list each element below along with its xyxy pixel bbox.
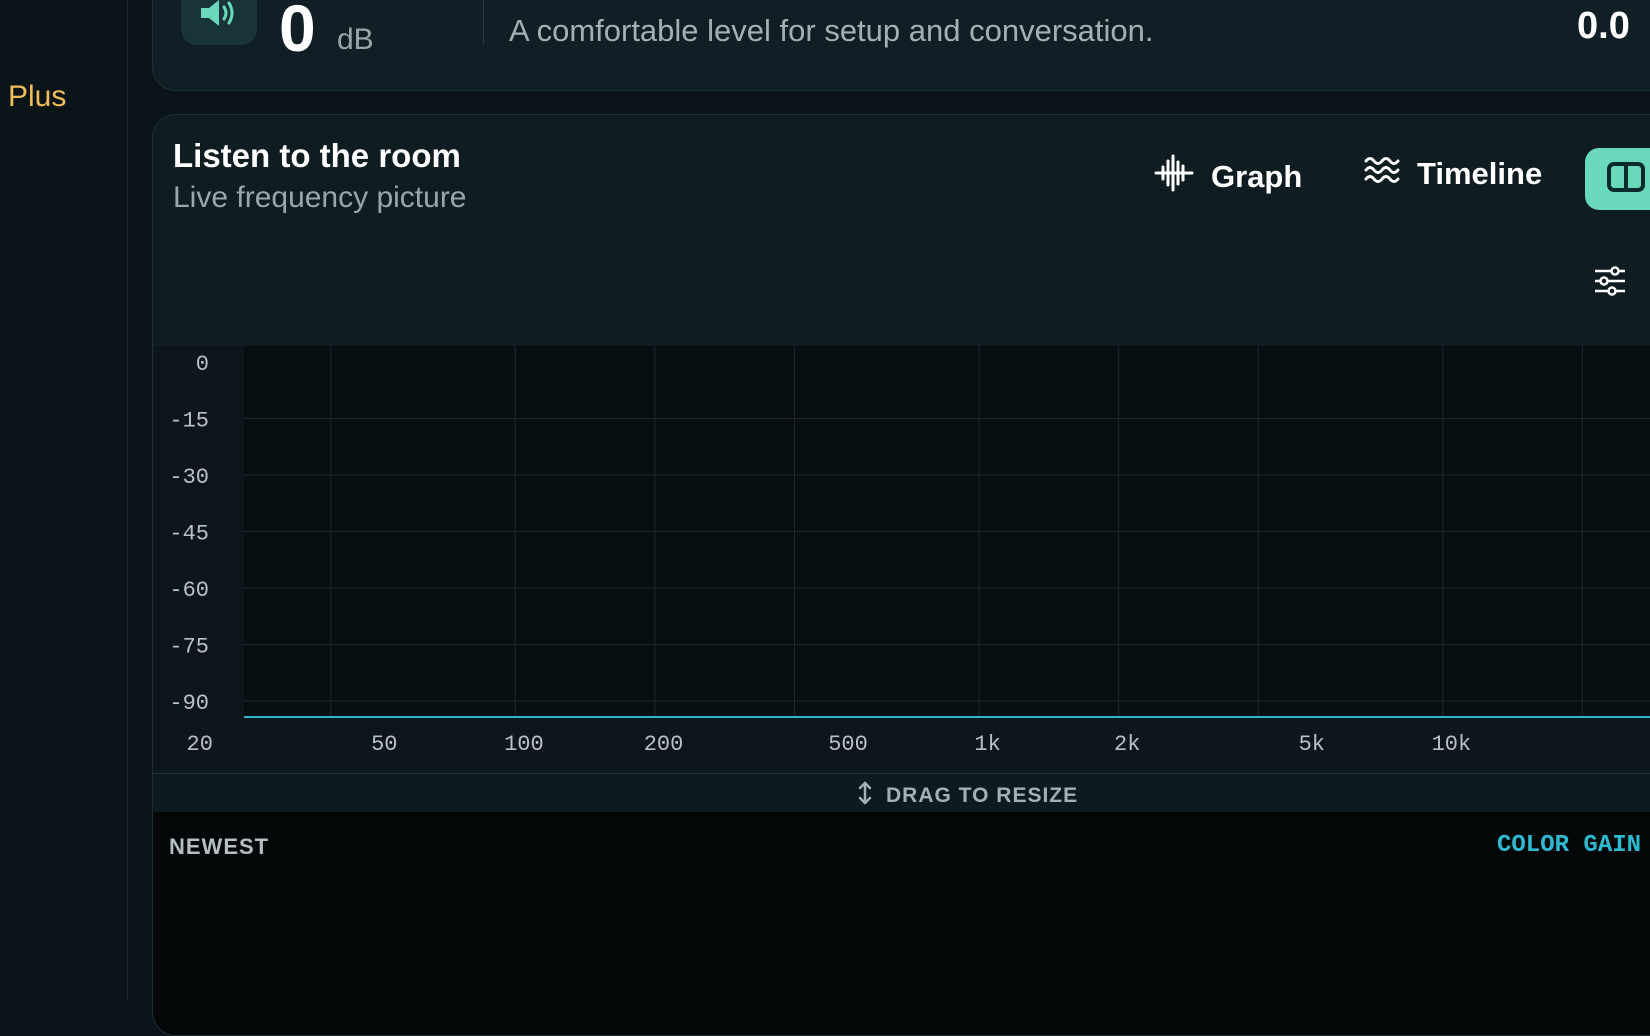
divider xyxy=(483,0,484,45)
split-view-icon xyxy=(1607,161,1645,197)
newest-label: NEWEST xyxy=(169,834,270,859)
x-tick-label: 1k xyxy=(974,732,1000,757)
speaker-icon[interactable] xyxy=(181,0,257,45)
y-tick-label: -30 xyxy=(169,465,209,490)
tab-timeline[interactable]: Timeline xyxy=(1363,153,1542,195)
level-card: 0 dB A comfortable level for setup and c… xyxy=(152,0,1650,91)
y-tick-label: 0 xyxy=(196,352,209,377)
x-tick-label: 10k xyxy=(1432,732,1472,757)
sidebar: Plus xyxy=(0,0,128,1000)
level-unit: dB xyxy=(337,23,374,56)
x-tick-label: 20 xyxy=(187,732,213,757)
settings-button[interactable] xyxy=(1593,265,1627,302)
resize-label: DRAG TO RESIZE xyxy=(886,783,1079,807)
x-tick-label: 100 xyxy=(504,732,544,757)
listen-card: Listen to the room Live frequency pictur… xyxy=(152,114,1650,1036)
y-tick-label: -75 xyxy=(169,635,209,660)
resize-vertical-icon xyxy=(856,780,874,811)
tab-graph[interactable]: Graph xyxy=(1153,153,1302,201)
waves-icon xyxy=(1363,153,1401,195)
x-tick-label: 50 xyxy=(371,732,397,757)
y-tick-label: -90 xyxy=(169,691,209,716)
y-tick-label: -15 xyxy=(169,409,209,434)
listen-subtitle: Live frequency picture xyxy=(173,181,467,214)
tab-graph-label: Graph xyxy=(1211,159,1303,194)
frequency-graph-svg: 0 -15 -30 -45 -60 -75 -90 20 50 100 200 500 1k 2k 5k 10… xyxy=(169,346,1650,757)
frequency-graph: 0 -15 -30 -45 -60 -75 -90 20 50 100 200 500 1k 2k 5k 10… xyxy=(153,346,1650,773)
listen-title: Listen to the room xyxy=(173,137,461,174)
timeline-panel: NEWEST COLOR GAIN xyxy=(153,812,1650,1035)
x-tick-label: 5k xyxy=(1299,732,1325,757)
tab-timeline-label: Timeline xyxy=(1417,156,1543,191)
sliders-icon xyxy=(1593,266,1627,301)
y-tick-label: -45 xyxy=(169,522,209,547)
x-tick-label: 2k xyxy=(1114,732,1140,757)
x-tick-label: 200 xyxy=(644,732,684,757)
color-gain-control[interactable]: COLOR GAIN xyxy=(1497,832,1641,859)
waveform-icon xyxy=(1153,153,1195,201)
resize-handle[interactable]: DRAG TO RESIZE xyxy=(153,773,1650,813)
plus-label[interactable]: Plus xyxy=(8,80,66,114)
x-tick-label: 500 xyxy=(828,732,868,757)
tab-split-view[interactable] xyxy=(1585,148,1650,210)
y-tick-label: -60 xyxy=(169,578,209,603)
level-value: 0 xyxy=(279,0,316,65)
level-description: A comfortable level for setup and conver… xyxy=(509,13,1154,48)
level-reading: 0.0 xyxy=(1577,5,1630,47)
